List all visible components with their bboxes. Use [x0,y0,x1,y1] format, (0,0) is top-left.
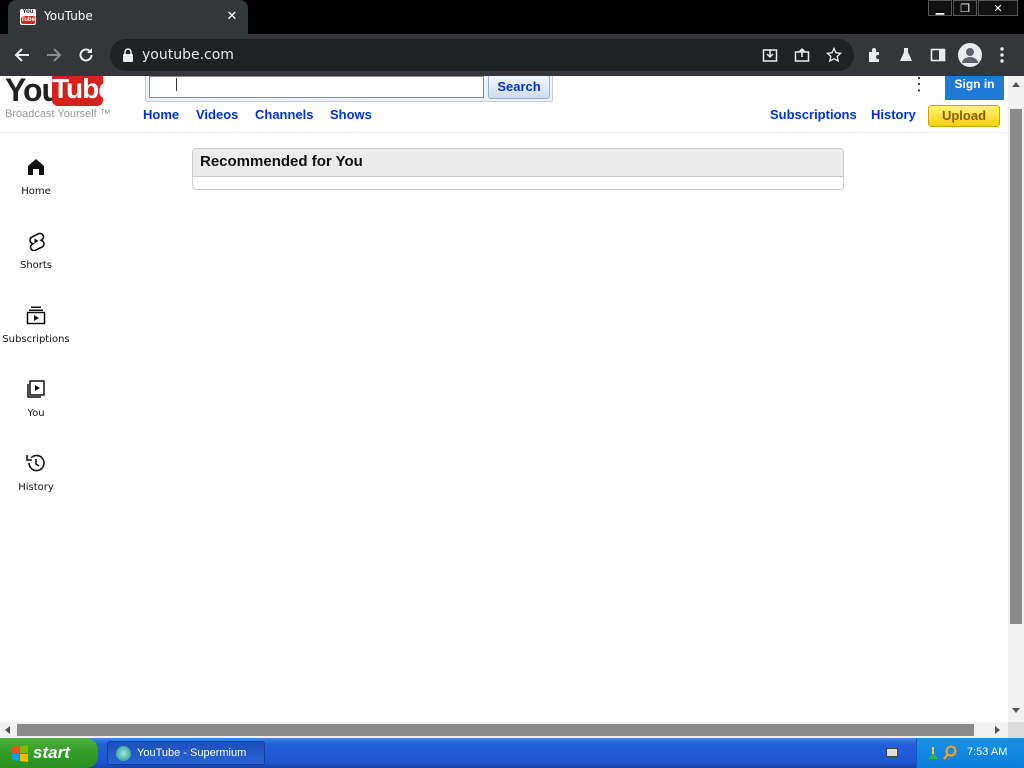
taskbar-window-label: YouTube - Supermium [137,747,247,759]
start-label: start [33,743,70,762]
nav-home-link[interactable]: Home [143,107,179,122]
guide-item-label: Shorts [19,260,53,271]
settings-more-icon[interactable]: ⋮ [910,76,928,96]
guide-item-label: Home [21,186,51,197]
windows-logo-icon [12,745,28,762]
guide-item-home[interactable]: Home [0,156,72,216]
search-button[interactable]: Search [488,76,550,99]
supermium-icon [116,746,131,761]
page-viewport: You Tube Broadcast Yourself ™ Search Hom… [0,76,1008,722]
scroll-up-arrow-icon[interactable] [1012,82,1020,87]
keyboard-icon[interactable] [886,748,898,757]
recommended-title: Recommended for You [200,153,363,170]
back-arrow-icon[interactable] [10,43,34,67]
shorts-icon [25,230,47,252]
guide-item-you[interactable]: You [0,378,72,438]
browser-tab[interactable]: You Tube YouTube ✕ [8,0,248,34]
scroll-down-arrow-icon[interactable] [1012,708,1020,713]
share-icon[interactable] [790,43,814,67]
side-panel-icon[interactable] [926,43,950,67]
subscriptions-link[interactable]: Subscriptions [770,107,857,122]
nav-shows-link[interactable]: Shows [330,107,372,122]
masthead-divider [0,132,1008,133]
network-icon[interactable] [927,746,939,760]
subscriptions-icon [25,304,47,326]
search-input[interactable] [149,76,484,98]
text-cursor [176,78,177,91]
horizontal-scroll-thumb[interactable] [17,724,974,736]
logo-tagline: Broadcast Yourself ™ [5,108,111,120]
clock: 7:53 AM [967,746,1008,758]
scroll-right-arrow-icon[interactable] [995,726,1000,734]
browser-titlebar: You Tube YouTube ✕ ▁ ❐ ✕ [0,0,1024,34]
search-bar: Search [145,76,553,102]
taskbar: start YouTube - Supermium 7:53 AM [0,738,1024,768]
nav-channels-link[interactable]: Channels [255,107,314,122]
start-button[interactable]: start [0,738,98,768]
window-close-button[interactable]: ✕ [978,0,1018,16]
vertical-scrollbar[interactable] [1008,76,1024,722]
you-library-icon [25,378,47,400]
tab-title: YouTube [44,9,93,23]
window-restore-button[interactable]: ❐ [953,0,977,16]
system-tray: 7:53 AM [916,738,1024,768]
sign-in-button[interactable]: Sign in [945,76,1004,100]
window-minimize-button[interactable]: ▁ [928,0,952,16]
history-link[interactable]: History [871,107,916,122]
search-magnifier-icon[interactable] [943,745,957,761]
guide-item-history[interactable]: History [0,452,72,512]
guide-item-label: You [27,408,45,419]
browser-menu-icon[interactable] [990,43,1014,67]
guide-item-shorts[interactable]: Shorts [0,230,72,290]
history-icon [25,452,47,474]
guide-item-label: Subscriptions [2,334,70,345]
logo-tube-text: Tube [52,76,114,106]
scroll-left-arrow-icon[interactable] [5,726,10,734]
address-bar[interactable]: youtube.com [110,39,854,71]
vertical-scroll-thumb[interactable] [1010,109,1022,624]
scrollbar-corner [1008,722,1024,738]
labs-flask-icon[interactable] [894,43,918,67]
forward-arrow-icon[interactable] [42,43,66,67]
browser-toolbar: youtube.com [0,34,1024,76]
horizontal-scrollbar[interactable] [0,722,1008,738]
extensions-icon[interactable] [862,43,886,67]
home-icon [25,156,47,178]
guide-item-subscriptions[interactable]: Subscriptions [0,304,72,364]
recommended-module: Recommended for You [192,148,844,190]
profile-avatar[interactable] [958,43,982,67]
install-app-icon[interactable] [758,43,782,67]
address-url: youtube.com [142,47,234,63]
youtube-logo[interactable]: You Tube Broadcast Yourself ™ [5,76,115,122]
lock-icon [123,48,133,62]
tab-close-icon[interactable]: ✕ [224,8,240,24]
bookmark-star-icon[interactable] [822,43,846,67]
guide-item-label: History [18,482,54,493]
reload-icon[interactable] [74,43,98,67]
recommended-header: Recommended for You [193,149,843,177]
nav-videos-link[interactable]: Videos [196,107,238,122]
youtube-favicon-icon: You Tube [20,9,36,25]
taskbar-window-button[interactable]: YouTube - Supermium [107,741,265,765]
upload-button[interactable]: Upload [928,105,1000,127]
